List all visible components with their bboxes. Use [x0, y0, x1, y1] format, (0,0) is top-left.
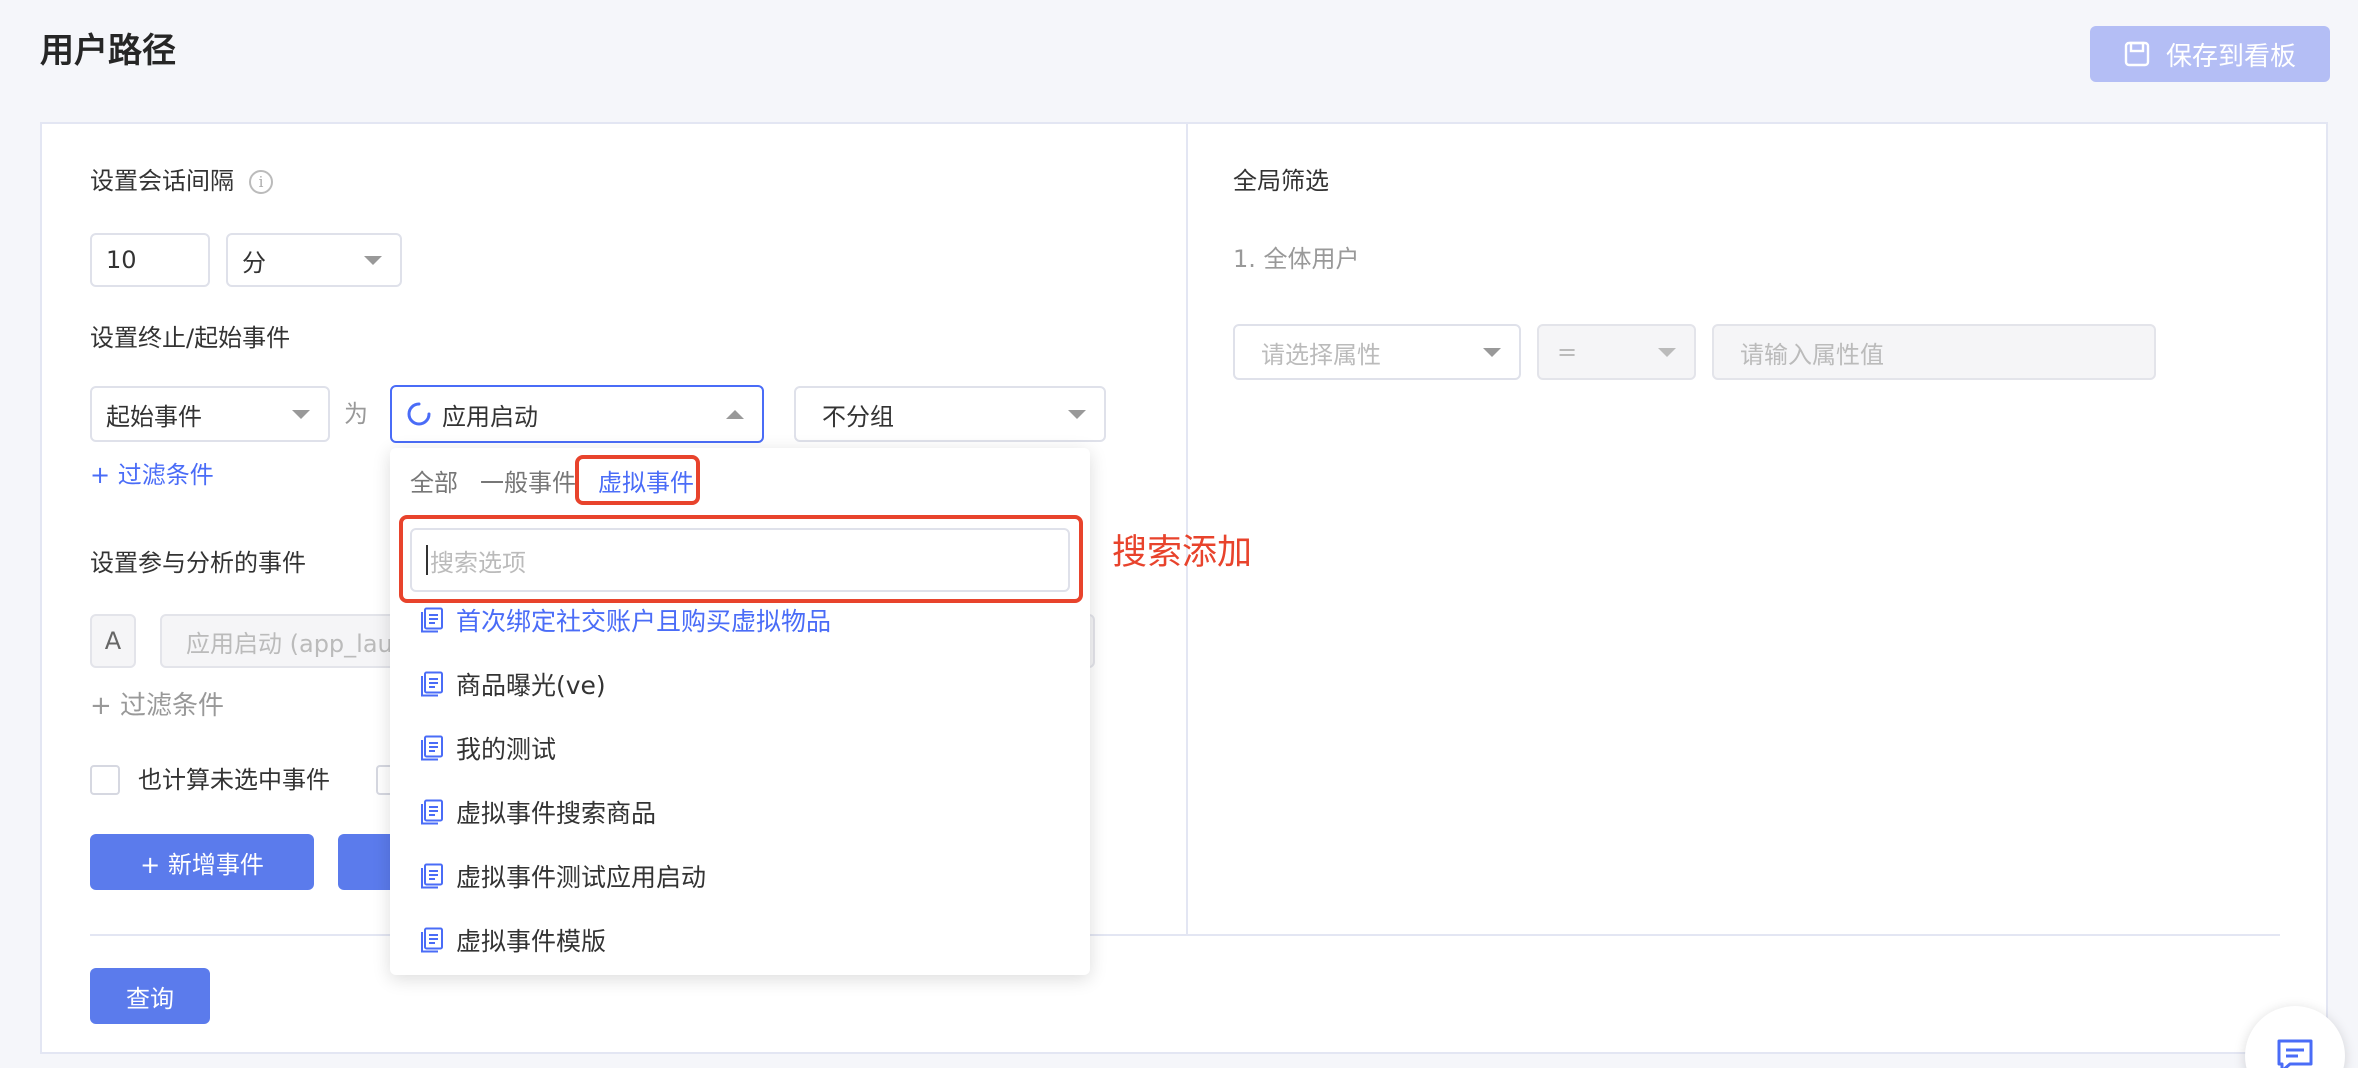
list-item-label: 商品曝光(ve) — [456, 671, 606, 700]
page-title: 用户路径 — [40, 31, 176, 71]
dropdown-tabs: 全部 一般事件 虚拟事件 — [390, 448, 1090, 512]
tab-highlight-box — [575, 455, 700, 505]
attribute-select-placeholder: 请选择属性 — [1261, 340, 1381, 369]
chevron-up-icon — [726, 410, 744, 419]
event-type-value: 起始事件 — [106, 402, 202, 431]
group-select[interactable]: 不分组 — [794, 386, 1106, 442]
save-to-dashboard-button[interactable]: 保存到看板 — [2090, 26, 2330, 82]
save-icon — [2124, 41, 2150, 67]
session-interval-input[interactable]: 10 — [90, 233, 210, 287]
chevron-down-icon — [364, 256, 382, 265]
query-button[interactable]: 查询 — [90, 968, 210, 1024]
event-row-letter: A — [90, 614, 136, 668]
list-item-label: 虚拟事件模版 — [456, 927, 607, 956]
analysis-filter-link[interactable]: + 过滤条件 — [90, 688, 224, 724]
chevron-down-icon — [1068, 410, 1086, 419]
virtual-event-icon — [421, 799, 443, 825]
list-item[interactable]: 首次绑定社交账户且购买虚拟物品 — [420, 600, 831, 640]
list-item[interactable]: 虚拟事件搜索商品 — [420, 792, 656, 832]
list-item[interactable]: 虚拟事件测试应用启动 — [420, 856, 706, 896]
global-filter-item: 1. 全体用户 — [1233, 245, 1360, 273]
operator-select[interactable]: = — [1537, 324, 1696, 380]
session-unit-select[interactable]: 分 — [226, 233, 402, 287]
group-select-value: 不分组 — [822, 402, 894, 431]
tab-general-events[interactable]: 一般事件 — [480, 463, 576, 498]
session-unit-value: 分 — [242, 248, 266, 277]
event-select[interactable]: 应用启动 — [390, 385, 764, 443]
include-unselected-label: 也计算未选中事件 — [138, 766, 330, 794]
list-item[interactable]: 商品曝光(ve) — [420, 664, 606, 704]
list-item-label: 虚拟事件测试应用启动 — [456, 863, 707, 892]
search-highlight-box — [399, 515, 1083, 603]
annotation-text: 搜索添加 — [1112, 533, 1253, 573]
chevron-down-icon — [1658, 348, 1676, 357]
chevron-down-icon — [1483, 348, 1501, 357]
list-item[interactable]: 我的测试 — [420, 728, 556, 768]
event-type-select[interactable]: 起始事件 — [90, 386, 330, 442]
connector-text: 为 — [344, 400, 368, 428]
session-interval-label: 设置会话间隔 — [90, 167, 234, 195]
add-event-button[interactable]: + 新增事件 — [90, 834, 314, 890]
virtual-event-icon — [421, 671, 443, 697]
tab-all[interactable]: 全部 — [410, 463, 458, 498]
event-select-value: 应用启动 — [442, 402, 538, 431]
analysis-events-label: 设置参与分析的事件 — [90, 549, 306, 577]
list-item[interactable]: 虚拟事件模版 — [420, 920, 606, 960]
message-icon — [2277, 1039, 2313, 1068]
info-icon[interactable]: i — [249, 170, 273, 194]
global-filter-label: 全局筛选 — [1233, 167, 1329, 195]
save-button-label: 保存到看板 — [2165, 41, 2296, 72]
include-unselected-checkbox[interactable] — [90, 765, 120, 795]
operator-value: = — [1557, 338, 1578, 366]
virtual-event-icon — [421, 863, 443, 889]
chevron-down-icon — [292, 410, 310, 419]
attribute-select[interactable]: 请选择属性 — [1233, 324, 1521, 380]
loading-icon — [407, 402, 431, 426]
virtual-event-icon — [421, 927, 443, 953]
attribute-value-input[interactable]: 请输入属性值 — [1712, 324, 2156, 380]
virtual-event-icon — [421, 735, 443, 761]
boundary-filter-link[interactable]: + 过滤条件 — [90, 457, 214, 493]
boundary-event-label: 设置终止/起始事件 — [90, 324, 291, 352]
list-item-label: 首次绑定社交账户且购买虚拟物品 — [456, 607, 832, 636]
list-item-label: 虚拟事件搜索商品 — [456, 799, 657, 828]
list-item-label: 我的测试 — [456, 735, 557, 764]
virtual-event-icon — [421, 607, 443, 633]
